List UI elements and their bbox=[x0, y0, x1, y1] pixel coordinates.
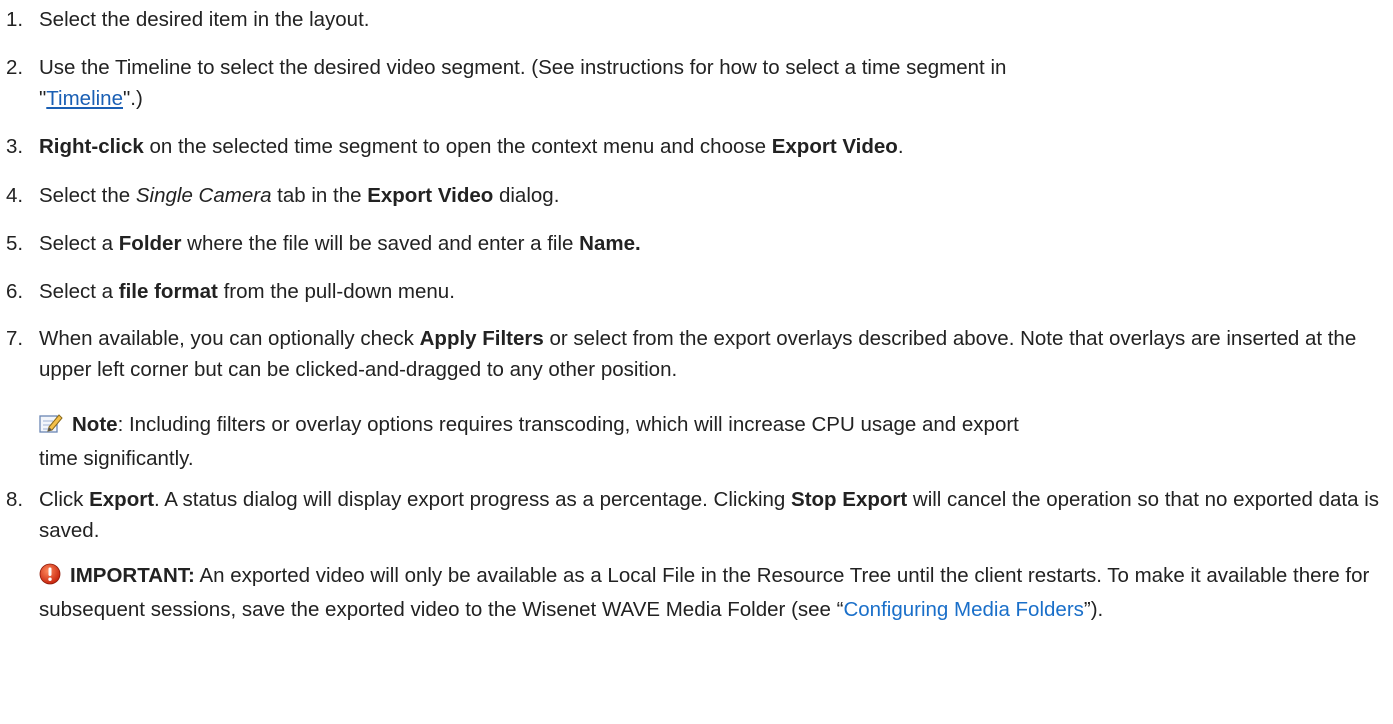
note-text: : Including filters or overlay options r… bbox=[117, 413, 1019, 436]
important-text: An exported video will only be available… bbox=[39, 564, 1370, 621]
note-text-continued: time significantly. bbox=[39, 447, 194, 470]
step-6: 6. Select a file format from the pull-do… bbox=[6, 276, 1388, 307]
step-text: Right-click on the selected time segment… bbox=[39, 135, 904, 158]
step-number: 4. bbox=[6, 184, 24, 207]
step-1: 1. Select the desired item in the layout… bbox=[6, 4, 1388, 35]
warning-exclamation-icon bbox=[39, 563, 61, 594]
step-number: 7. bbox=[6, 327, 24, 350]
step-text: Select a file format from the pull-down … bbox=[39, 280, 455, 303]
step-text: Select the Single Camera tab in the Expo… bbox=[39, 184, 560, 207]
step-text: Click Export. A status dialog will displ… bbox=[39, 488, 1379, 542]
step-text: Use the Timeline to select the desired v… bbox=[39, 56, 1007, 110]
step-8: 8. Click Export. A status dialog will di… bbox=[6, 484, 1388, 546]
step-number: 8. bbox=[6, 488, 24, 511]
step-number: 3. bbox=[6, 135, 24, 158]
step-7: 7. When available, you can optionally ch… bbox=[6, 323, 1388, 385]
step-5: 5. Select a Folder where the file will b… bbox=[6, 228, 1388, 259]
step-3: 3. Right-click on the selected time segm… bbox=[6, 131, 1388, 162]
step-text: Select a Folder where the file will be s… bbox=[39, 232, 641, 255]
step-number: 1. bbox=[6, 8, 24, 31]
step-2: 2. Use the Timeline to select the desire… bbox=[6, 52, 1388, 114]
important-label: IMPORTANT: bbox=[70, 564, 195, 587]
important-callout: IMPORTANT: An exported video will only b… bbox=[39, 563, 1370, 621]
document-page: 1. Select the desired item in the layout… bbox=[0, 0, 1393, 724]
step-number: 2. bbox=[6, 56, 24, 79]
note-label: Note bbox=[72, 413, 118, 436]
timeline-link[interactable]: Timeline bbox=[46, 87, 123, 110]
step-4: 4. Select the Single Camera tab in the E… bbox=[6, 180, 1388, 211]
step-number: 6. bbox=[6, 280, 24, 303]
note-pencil-icon bbox=[39, 412, 63, 443]
step-text: Select the desired item in the layout. bbox=[39, 8, 370, 31]
note-callout: Note: Including filters or overlay optio… bbox=[39, 409, 1379, 474]
step-text: When available, you can optionally check… bbox=[39, 327, 1357, 381]
step-number: 5. bbox=[6, 232, 24, 255]
configuring-media-folders-link[interactable]: Configuring Media Folders bbox=[843, 598, 1083, 621]
